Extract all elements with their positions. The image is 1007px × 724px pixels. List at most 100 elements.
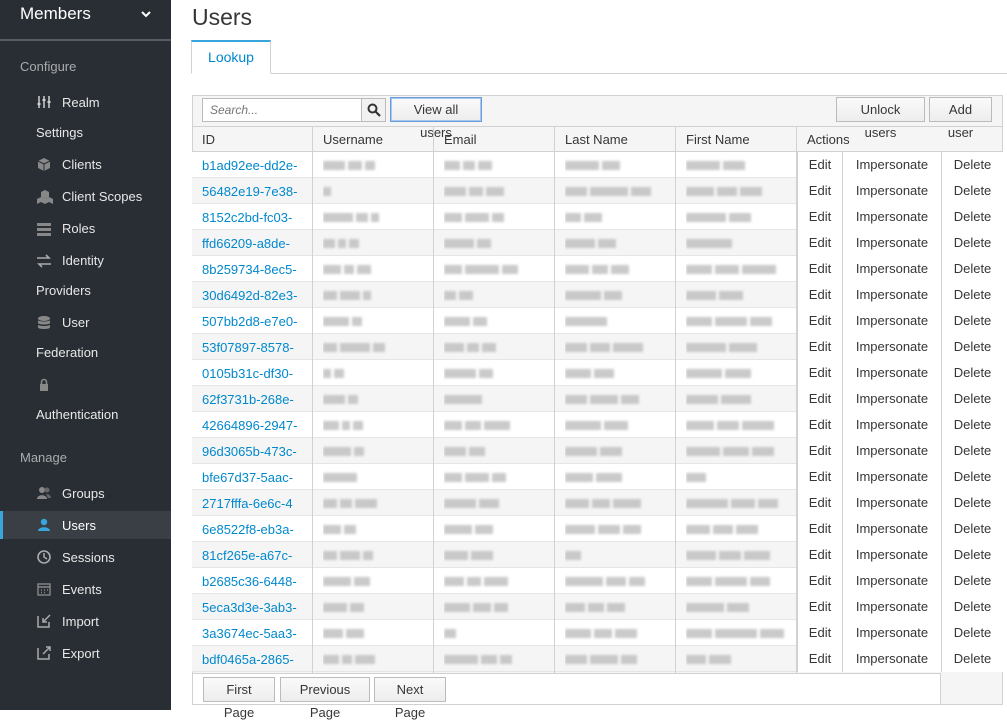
sidebar-item-sessions[interactable]: Sessions [0, 546, 171, 570]
user-id-link[interactable]: 6e8522f8-eb3a- [202, 522, 314, 537]
first-page-button[interactable]: First Page [203, 677, 275, 720]
edit-button[interactable]: Edit [797, 308, 842, 334]
delete-button[interactable]: Delete [941, 282, 1003, 308]
sidebar-item-groups[interactable]: Groups [0, 482, 171, 506]
impersonate-button[interactable]: Impersonate [842, 646, 941, 672]
user-id-link[interactable]: bfe67d37-5aac- [202, 470, 314, 485]
sidebar-item-user-federation[interactable]: User Federation [0, 312, 171, 364]
view-all-users-button[interactable]: View all users [390, 97, 482, 140]
user-id-link[interactable]: 3a3674ec-5aa3- [202, 626, 314, 641]
edit-button[interactable]: Edit [797, 568, 842, 594]
user-id-link[interactable]: 56482e19-7e38- [202, 184, 314, 199]
edit-button[interactable]: Edit [797, 516, 842, 542]
edit-button[interactable]: Edit [797, 594, 842, 620]
delete-button[interactable]: Delete [941, 464, 1003, 490]
sidebar-item-realm-settings[interactable]: Realm Settings [0, 92, 171, 144]
column-header-id[interactable]: ID [202, 132, 215, 147]
delete-button[interactable]: Delete [941, 620, 1003, 646]
edit-button[interactable]: Edit [797, 256, 842, 282]
edit-button[interactable]: Edit [797, 490, 842, 516]
user-id-link[interactable]: 5eca3d3e-3ab3- [202, 600, 314, 615]
impersonate-button[interactable]: Impersonate [842, 204, 941, 230]
edit-button[interactable]: Edit [797, 412, 842, 438]
user-id-link[interactable]: 0105b31c-df30- [202, 366, 314, 381]
edit-button[interactable]: Edit [797, 178, 842, 204]
impersonate-button[interactable]: Impersonate [842, 620, 941, 646]
impersonate-button[interactable]: Impersonate [842, 334, 941, 360]
user-id-link[interactable]: 2717fffa-6e6c-4 [202, 496, 314, 511]
delete-button[interactable]: Delete [941, 334, 1003, 360]
delete-button[interactable]: Delete [941, 568, 1003, 594]
delete-button[interactable]: Delete [941, 230, 1003, 256]
sidebar-item-identity-providers[interactable]: Identity Providers [0, 250, 171, 302]
delete-button[interactable]: Delete [941, 204, 1003, 230]
impersonate-button[interactable]: Impersonate [842, 282, 941, 308]
sidebar-item-roles[interactable]: Roles [0, 218, 171, 242]
user-id-link[interactable]: 8b259734-8ec5- [202, 262, 314, 277]
impersonate-button[interactable]: Impersonate [842, 542, 941, 568]
impersonate-button[interactable]: Impersonate [842, 568, 941, 594]
delete-button[interactable]: Delete [941, 542, 1003, 568]
edit-button[interactable]: Edit [797, 152, 842, 178]
impersonate-button[interactable]: Impersonate [842, 490, 941, 516]
sidebar-item-export[interactable]: Export [0, 642, 171, 666]
delete-button[interactable]: Delete [941, 516, 1003, 542]
edit-button[interactable]: Edit [797, 230, 842, 256]
delete-button[interactable]: Delete [941, 152, 1003, 178]
sidebar-item-import[interactable]: Import [0, 610, 171, 634]
sidebar-item-client-scopes[interactable]: Client Scopes [0, 186, 171, 210]
impersonate-button[interactable]: Impersonate [842, 256, 941, 282]
user-id-link[interactable]: ffd66209-a8de- [202, 236, 314, 251]
impersonate-button[interactable]: Impersonate [842, 386, 941, 412]
user-id-link[interactable]: 53f07897-8578- [202, 340, 314, 355]
edit-button[interactable]: Edit [797, 620, 842, 646]
column-header-first-name[interactable]: First Name [686, 132, 750, 147]
impersonate-button[interactable]: Impersonate [842, 308, 941, 334]
sidebar-item-clients[interactable]: Clients [0, 154, 171, 178]
impersonate-button[interactable]: Impersonate [842, 178, 941, 204]
delete-button[interactable]: Delete [941, 308, 1003, 334]
tab-lookup[interactable]: Lookup [191, 40, 271, 74]
edit-button[interactable]: Edit [797, 646, 842, 672]
next-page-button[interactable]: Next Page [374, 677, 446, 720]
user-id-link[interactable]: 30d6492d-82e3- [202, 288, 314, 303]
edit-button[interactable]: Edit [797, 542, 842, 568]
column-header-email[interactable]: Email [444, 132, 477, 147]
sidebar-item-events[interactable]: Events [0, 578, 171, 602]
user-id-link[interactable]: 8152c2bd-fc03- [202, 210, 314, 225]
impersonate-button[interactable]: Impersonate [842, 438, 941, 464]
impersonate-button[interactable]: Impersonate [842, 152, 941, 178]
impersonate-button[interactable]: Impersonate [842, 360, 941, 386]
realm-selector[interactable]: Members [0, 0, 171, 41]
delete-button[interactable]: Delete [941, 178, 1003, 204]
column-header-last-name[interactable]: Last Name [565, 132, 628, 147]
user-id-link[interactable]: b1ad92ee-dd2e- [202, 158, 314, 173]
delete-button[interactable]: Delete [941, 646, 1003, 672]
user-id-link[interactable]: 507bb2d8-e7e0- [202, 314, 314, 329]
edit-button[interactable]: Edit [797, 282, 842, 308]
delete-button[interactable]: Delete [941, 438, 1003, 464]
previous-page-button[interactable]: Previous Page [280, 677, 370, 720]
edit-button[interactable]: Edit [797, 360, 842, 386]
impersonate-button[interactable]: Impersonate [842, 230, 941, 256]
user-id-link[interactable]: 62f3731b-268e- [202, 392, 314, 407]
impersonate-button[interactable]: Impersonate [842, 464, 941, 490]
search-input[interactable] [202, 98, 362, 122]
user-id-link[interactable]: b2685c36-6448- [202, 574, 314, 589]
delete-button[interactable]: Delete [941, 256, 1003, 282]
sidebar-item-users[interactable]: Users [0, 511, 171, 539]
impersonate-button[interactable]: Impersonate [842, 594, 941, 620]
user-id-link[interactable]: 81cf265e-a67c- [202, 548, 314, 563]
column-header-username[interactable]: Username [323, 132, 383, 147]
edit-button[interactable]: Edit [797, 204, 842, 230]
user-id-link[interactable]: 42664896-2947- [202, 418, 314, 433]
delete-button[interactable]: Delete [941, 386, 1003, 412]
edit-button[interactable]: Edit [797, 438, 842, 464]
sidebar-item-authentication[interactable]: Authentication [0, 374, 171, 426]
user-id-link[interactable]: 96d3065b-473c- [202, 444, 314, 459]
search-button[interactable] [361, 98, 386, 122]
delete-button[interactable]: Delete [941, 360, 1003, 386]
delete-button[interactable]: Delete [941, 594, 1003, 620]
edit-button[interactable]: Edit [797, 386, 842, 412]
add-user-button[interactable]: Add user [929, 97, 992, 140]
